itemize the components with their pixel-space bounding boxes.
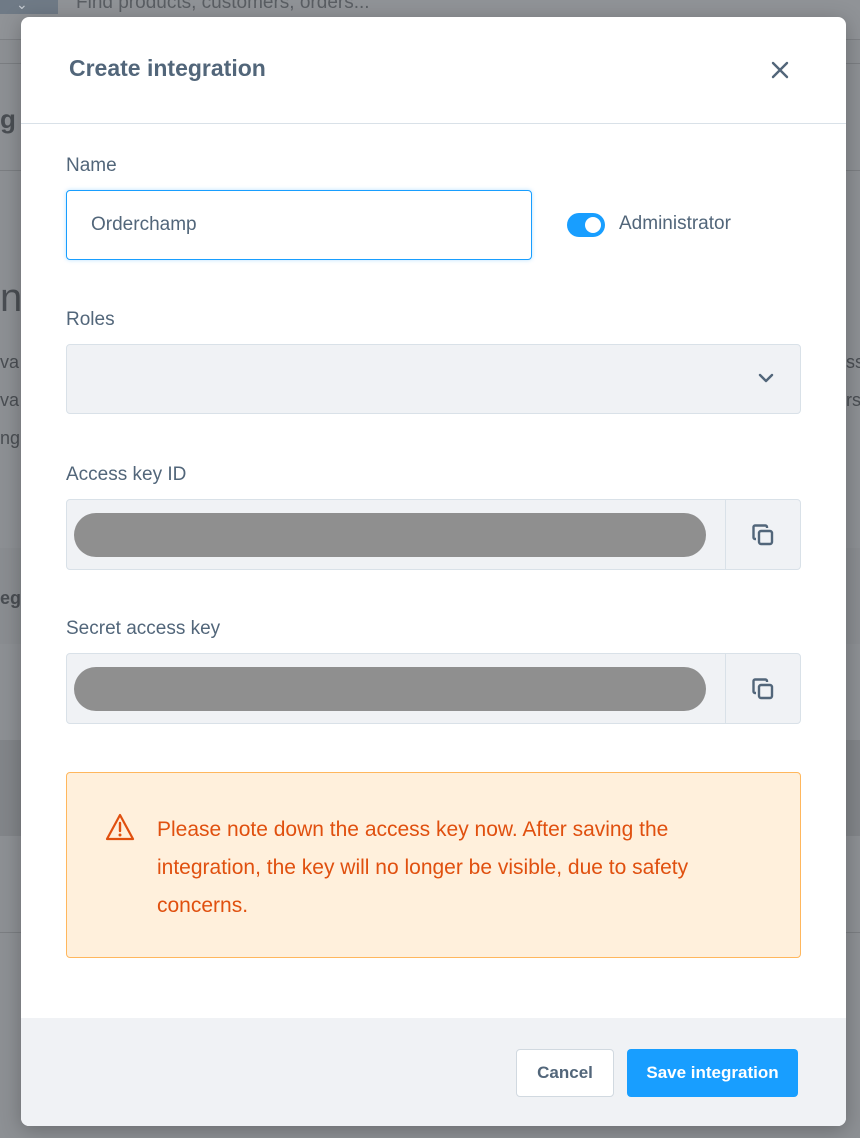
background-text-fragment: va: [0, 390, 20, 410]
secret-access-key-field: [66, 653, 801, 724]
background-text-fragment: rst: [846, 390, 860, 410]
background-text-fragment: ng: [0, 428, 21, 448]
background-menu-button: ⌄: [0, 0, 58, 14]
create-integration-modal: Create integration Name Administrator Ro…: [21, 17, 846, 1126]
secret-access-key-label: Secret access key: [66, 618, 221, 639]
administrator-toggle[interactable]: [567, 213, 605, 237]
save-integration-button[interactable]: Save integration: [627, 1049, 798, 1097]
background-text-fragment: n: [0, 276, 23, 320]
name-input[interactable]: [66, 190, 532, 260]
warning-alert-text: Please note down the access key now. Aft…: [157, 818, 689, 917]
copy-icon: [752, 677, 774, 699]
background-text-fragment: va: [0, 352, 20, 372]
background-text-fragment: g: [0, 104, 16, 134]
roles-select[interactable]: [66, 344, 801, 414]
modal-header: Create integration: [21, 17, 846, 124]
cancel-button[interactable]: Cancel: [516, 1049, 614, 1097]
secret-access-key-masked-value: [74, 667, 706, 711]
copy-secret-access-key-button[interactable]: [725, 654, 800, 723]
warning-triangle-icon: [105, 813, 135, 841]
warning-alert: Please note down the access key now. Aft…: [66, 772, 801, 958]
close-button[interactable]: [765, 55, 795, 85]
access-key-id-masked-value: [74, 513, 706, 557]
background-search-placeholder: Find products, customers, orders...: [76, 0, 370, 13]
close-icon: [771, 61, 789, 79]
access-key-id-label: Access key ID: [66, 464, 187, 485]
toggle-knob: [585, 217, 601, 233]
copy-access-key-id-button[interactable]: [725, 500, 800, 569]
background-text-fragment: ss: [846, 352, 860, 372]
copy-icon: [752, 523, 774, 545]
access-key-id-field: [66, 499, 801, 570]
name-label: Name: [66, 155, 117, 176]
modal-title: Create integration: [69, 55, 266, 81]
roles-label: Roles: [66, 309, 115, 330]
background-text-fragment: eg: [0, 588, 22, 608]
modal-footer: Cancel Save integration: [21, 1018, 846, 1126]
administrator-label: Administrator: [619, 213, 731, 234]
chevron-down-icon: [758, 373, 774, 383]
